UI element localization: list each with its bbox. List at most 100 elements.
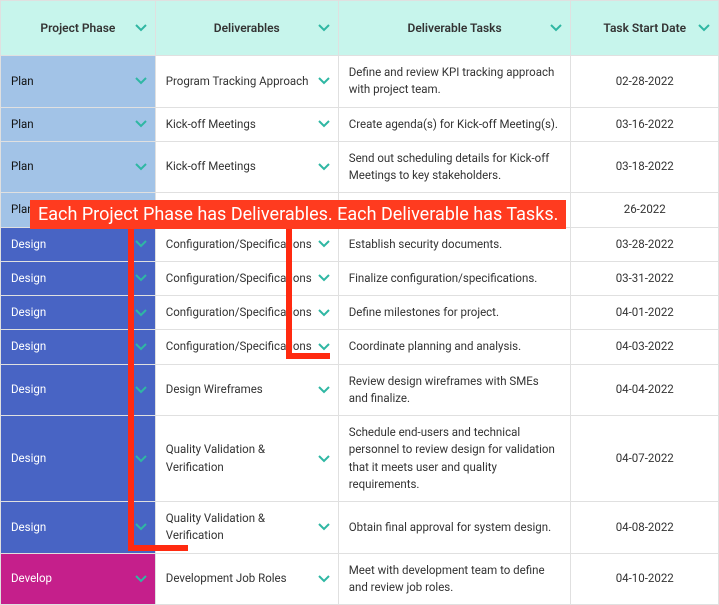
table-row: DesignConfiguration/Specifications Establ…	[1, 227, 719, 261]
task-cell: Review design wireframes with SMEs and f…	[338, 364, 571, 416]
col-header-tasks[interactable]: Deliverable Tasks	[338, 1, 571, 56]
deliverable-cell[interactable]: Kick-off Meetings	[155, 141, 338, 193]
phase-cell[interactable]: Design	[1, 364, 156, 416]
task-text: Meet with development team to define and…	[349, 563, 545, 594]
phase-label: Design	[11, 305, 46, 319]
task-cell: Send out scheduling details for Kick-off…	[338, 141, 571, 193]
chevron-down-icon[interactable]	[318, 575, 330, 583]
phase-cell[interactable]: Design	[1, 227, 156, 261]
phase-cell[interactable]: Plan	[1, 56, 156, 108]
task-text: Schedule end-users and technical personn…	[349, 425, 555, 491]
phase-label: Plan	[11, 117, 34, 131]
start-date-cell: 04-04-2022	[571, 364, 719, 416]
phase-cell[interactable]: Design	[1, 296, 156, 330]
deliverable-cell[interactable]: Program Tracking Approach	[155, 56, 338, 108]
task-cell: Meet with development team to define and…	[338, 553, 571, 605]
task-text: Obtain final approval for system design.	[349, 520, 551, 534]
chevron-down-icon[interactable]	[318, 343, 330, 351]
start-date-text: 04-07-2022	[616, 451, 674, 465]
phase-cell[interactable]: Plan	[1, 141, 156, 193]
phase-label: Design	[11, 339, 46, 353]
phase-label: Design	[11, 520, 46, 534]
chevron-down-icon[interactable]	[318, 120, 330, 128]
chevron-down-icon[interactable]	[135, 455, 147, 463]
phase-cell[interactable]: Design	[1, 416, 156, 502]
chevron-down-icon[interactable]	[550, 24, 562, 32]
start-date-text: 04-04-2022	[616, 382, 674, 396]
table-row: Design Design Wireframes Review design wir…	[1, 364, 719, 416]
deliverable-label: Quality Validation & Verification	[166, 442, 265, 473]
table-row: Design Configuration/Specifications Define…	[1, 296, 719, 330]
chevron-down-icon[interactable]	[135, 24, 147, 32]
deliverable-label: Kick-off Meetings	[166, 117, 256, 131]
chevron-down-icon[interactable]	[135, 274, 147, 282]
start-date-cell: 04-08-2022	[571, 502, 719, 554]
chevron-down-icon[interactable]	[135, 343, 147, 351]
phase-cell[interactable]: Plan	[1, 107, 156, 141]
chevron-down-icon[interactable]	[135, 240, 147, 248]
table-row: Design Quality Validation & Verification O…	[1, 502, 719, 554]
chevron-down-icon[interactable]	[135, 523, 147, 531]
phase-cell[interactable]: Design	[1, 502, 156, 554]
chevron-down-icon[interactable]	[318, 523, 330, 531]
deliverable-label: Configuration/Specifications	[166, 339, 312, 353]
phase-cell[interactable]: Design	[1, 330, 156, 364]
task-text: Define milestones for project.	[349, 305, 499, 319]
start-date-cell: 04-03-2022	[571, 330, 719, 364]
chevron-down-icon[interactable]	[318, 240, 330, 248]
col-header-deliverables-label: Deliverables	[214, 21, 280, 35]
chevron-down-icon[interactable]	[318, 386, 330, 394]
task-cell: Schedule end-users and technical personn…	[338, 416, 571, 502]
deliverable-cell[interactable]: Quality Validation & Verification	[155, 416, 338, 502]
phase-label: Plan	[11, 74, 34, 88]
task-text: Create agenda(s) for Kick-off Meeting(s)…	[349, 117, 558, 131]
start-date-cell: 04-07-2022	[571, 416, 719, 502]
start-date-cell: 03-28-2022	[571, 227, 719, 261]
col-header-deliverables[interactable]: Deliverables	[155, 1, 338, 56]
col-header-start-date[interactable]: Task Start Date	[571, 1, 719, 56]
deliverable-cell[interactable]: Configuration/Specifications	[155, 227, 338, 261]
chevron-down-icon[interactable]	[135, 120, 147, 128]
task-text: Establish security documents.	[349, 237, 502, 251]
table-row: Plan Program Tracking Approach Define and …	[1, 56, 719, 108]
chevron-down-icon[interactable]	[318, 455, 330, 463]
start-date-text: 26-2022	[624, 202, 666, 216]
chevron-down-icon[interactable]	[135, 77, 147, 85]
deliverable-cell[interactable]: Configuration/Specifications	[155, 296, 338, 330]
deliverable-cell[interactable]: Quality Validation & Verification	[155, 502, 338, 554]
col-header-phase[interactable]: Project Phase	[1, 1, 156, 56]
phase-cell[interactable]: Design	[1, 261, 156, 295]
task-cell: Define and review KPI tracking approach …	[338, 56, 571, 108]
start-date-text: 02-28-2022	[616, 74, 674, 88]
deliverable-label: Program Tracking Approach	[166, 74, 309, 88]
task-cell: Coordinate planning and analysis.	[338, 330, 571, 364]
deliverable-cell[interactable]: Kick-off Meetings	[155, 107, 338, 141]
chevron-down-icon[interactable]	[318, 24, 330, 32]
chevron-down-icon[interactable]	[318, 274, 330, 282]
phase-cell[interactable]: Develop	[1, 553, 156, 605]
chevron-down-icon[interactable]	[318, 309, 330, 317]
phase-label: Plan	[11, 159, 34, 173]
task-cell: Obtain final approval for system design.	[338, 502, 571, 554]
chevron-down-icon[interactable]	[135, 575, 147, 583]
start-date-text: 03-16-2022	[616, 117, 674, 131]
task-text: Coordinate planning and analysis.	[349, 339, 521, 353]
deliverable-cell[interactable]: Development Job Roles	[155, 553, 338, 605]
deliverable-cell[interactable]: Configuration/Specifications	[155, 261, 338, 295]
chevron-down-icon[interactable]	[135, 163, 147, 171]
col-header-tasks-label: Deliverable Tasks	[408, 21, 502, 35]
deliverable-label: Design Wireframes	[166, 382, 263, 396]
start-date-cell: 03-18-2022	[571, 141, 719, 193]
chevron-down-icon[interactable]	[135, 386, 147, 394]
deliverable-cell[interactable]: Design Wireframes	[155, 364, 338, 416]
deliverable-label: Development Job Roles	[166, 571, 287, 585]
chevron-down-icon[interactable]	[135, 309, 147, 317]
start-date-text: 04-03-2022	[616, 339, 674, 353]
chevron-down-icon[interactable]	[318, 77, 330, 85]
table-row: Plan Kick-off Meetings Create agenda(s) fo…	[1, 107, 719, 141]
annotation-callout-text: Each Project Phase has Deliverables. Eac…	[38, 204, 558, 225]
chevron-down-icon[interactable]	[318, 163, 330, 171]
deliverable-cell[interactable]: Configuration/Specifications	[155, 330, 338, 364]
phase-label: Design	[11, 451, 46, 465]
chevron-down-icon[interactable]	[698, 24, 710, 32]
